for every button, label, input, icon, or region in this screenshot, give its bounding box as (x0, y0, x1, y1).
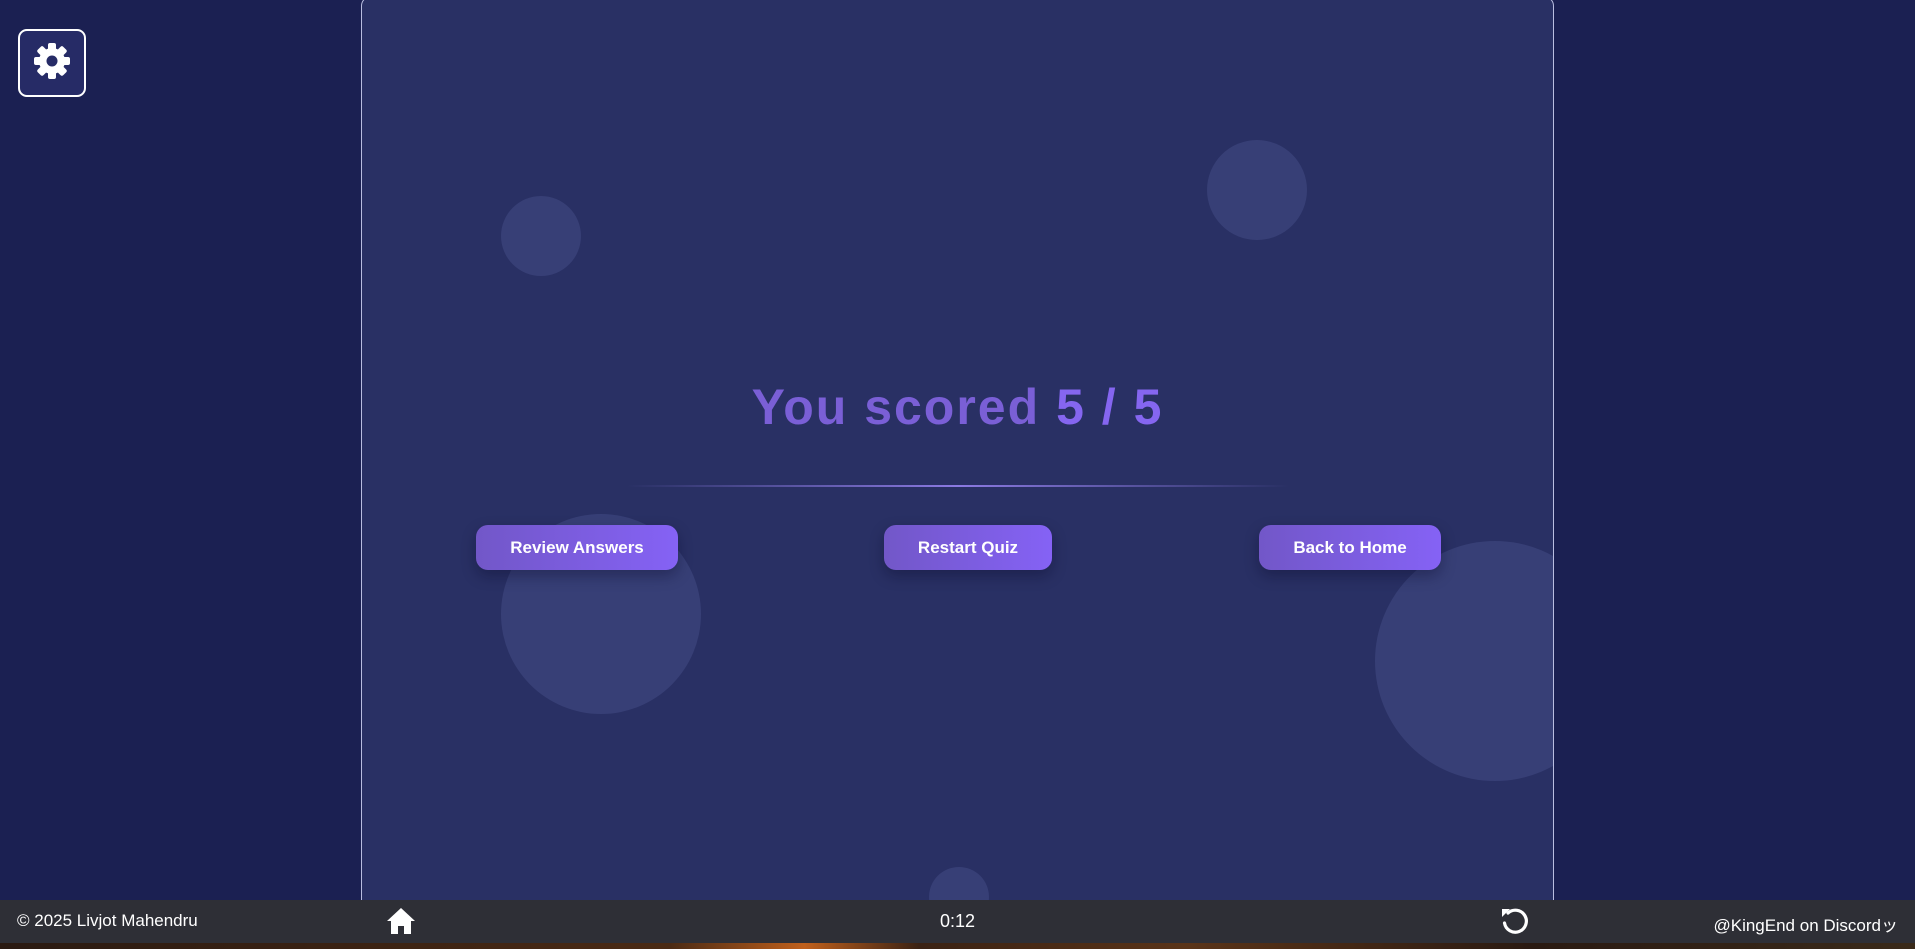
decorative-bubble (501, 196, 581, 276)
score-value: 5 (1056, 379, 1086, 435)
gear-icon (32, 41, 72, 86)
score-heading: You scored 5 / 5 (362, 378, 1553, 436)
decorative-bubble (1207, 140, 1307, 240)
decorative-bubble (1375, 541, 1553, 781)
quiz-result-page: You scored 5 / 5 Review Answers Restart … (0, 0, 1915, 949)
home-icon (385, 908, 417, 941)
score-total: 5 (1133, 379, 1164, 435)
review-answers-button[interactable]: Review Answers (476, 525, 678, 570)
discord-handle: @KingEnd on Discordッ (1713, 916, 1898, 935)
divider-line (627, 485, 1289, 487)
restart-button[interactable] (1499, 905, 1531, 937)
home-button[interactable] (385, 905, 417, 937)
score-separator: / (1101, 379, 1118, 435)
score-prefix: You scored (751, 379, 1041, 435)
result-card: You scored 5 / 5 Review Answers Restart … (361, 0, 1554, 942)
back-to-home-button[interactable]: Back to Home (1259, 525, 1441, 570)
settings-button[interactable] (18, 29, 86, 97)
copyright-text: © 2025 Livjot Mahendru (17, 911, 198, 930)
footer-background-strip (0, 943, 1915, 949)
restart-quiz-button[interactable]: Restart Quiz (884, 525, 1052, 570)
restart-icon (1499, 908, 1531, 941)
timer-display: 0:12 (939, 911, 976, 931)
